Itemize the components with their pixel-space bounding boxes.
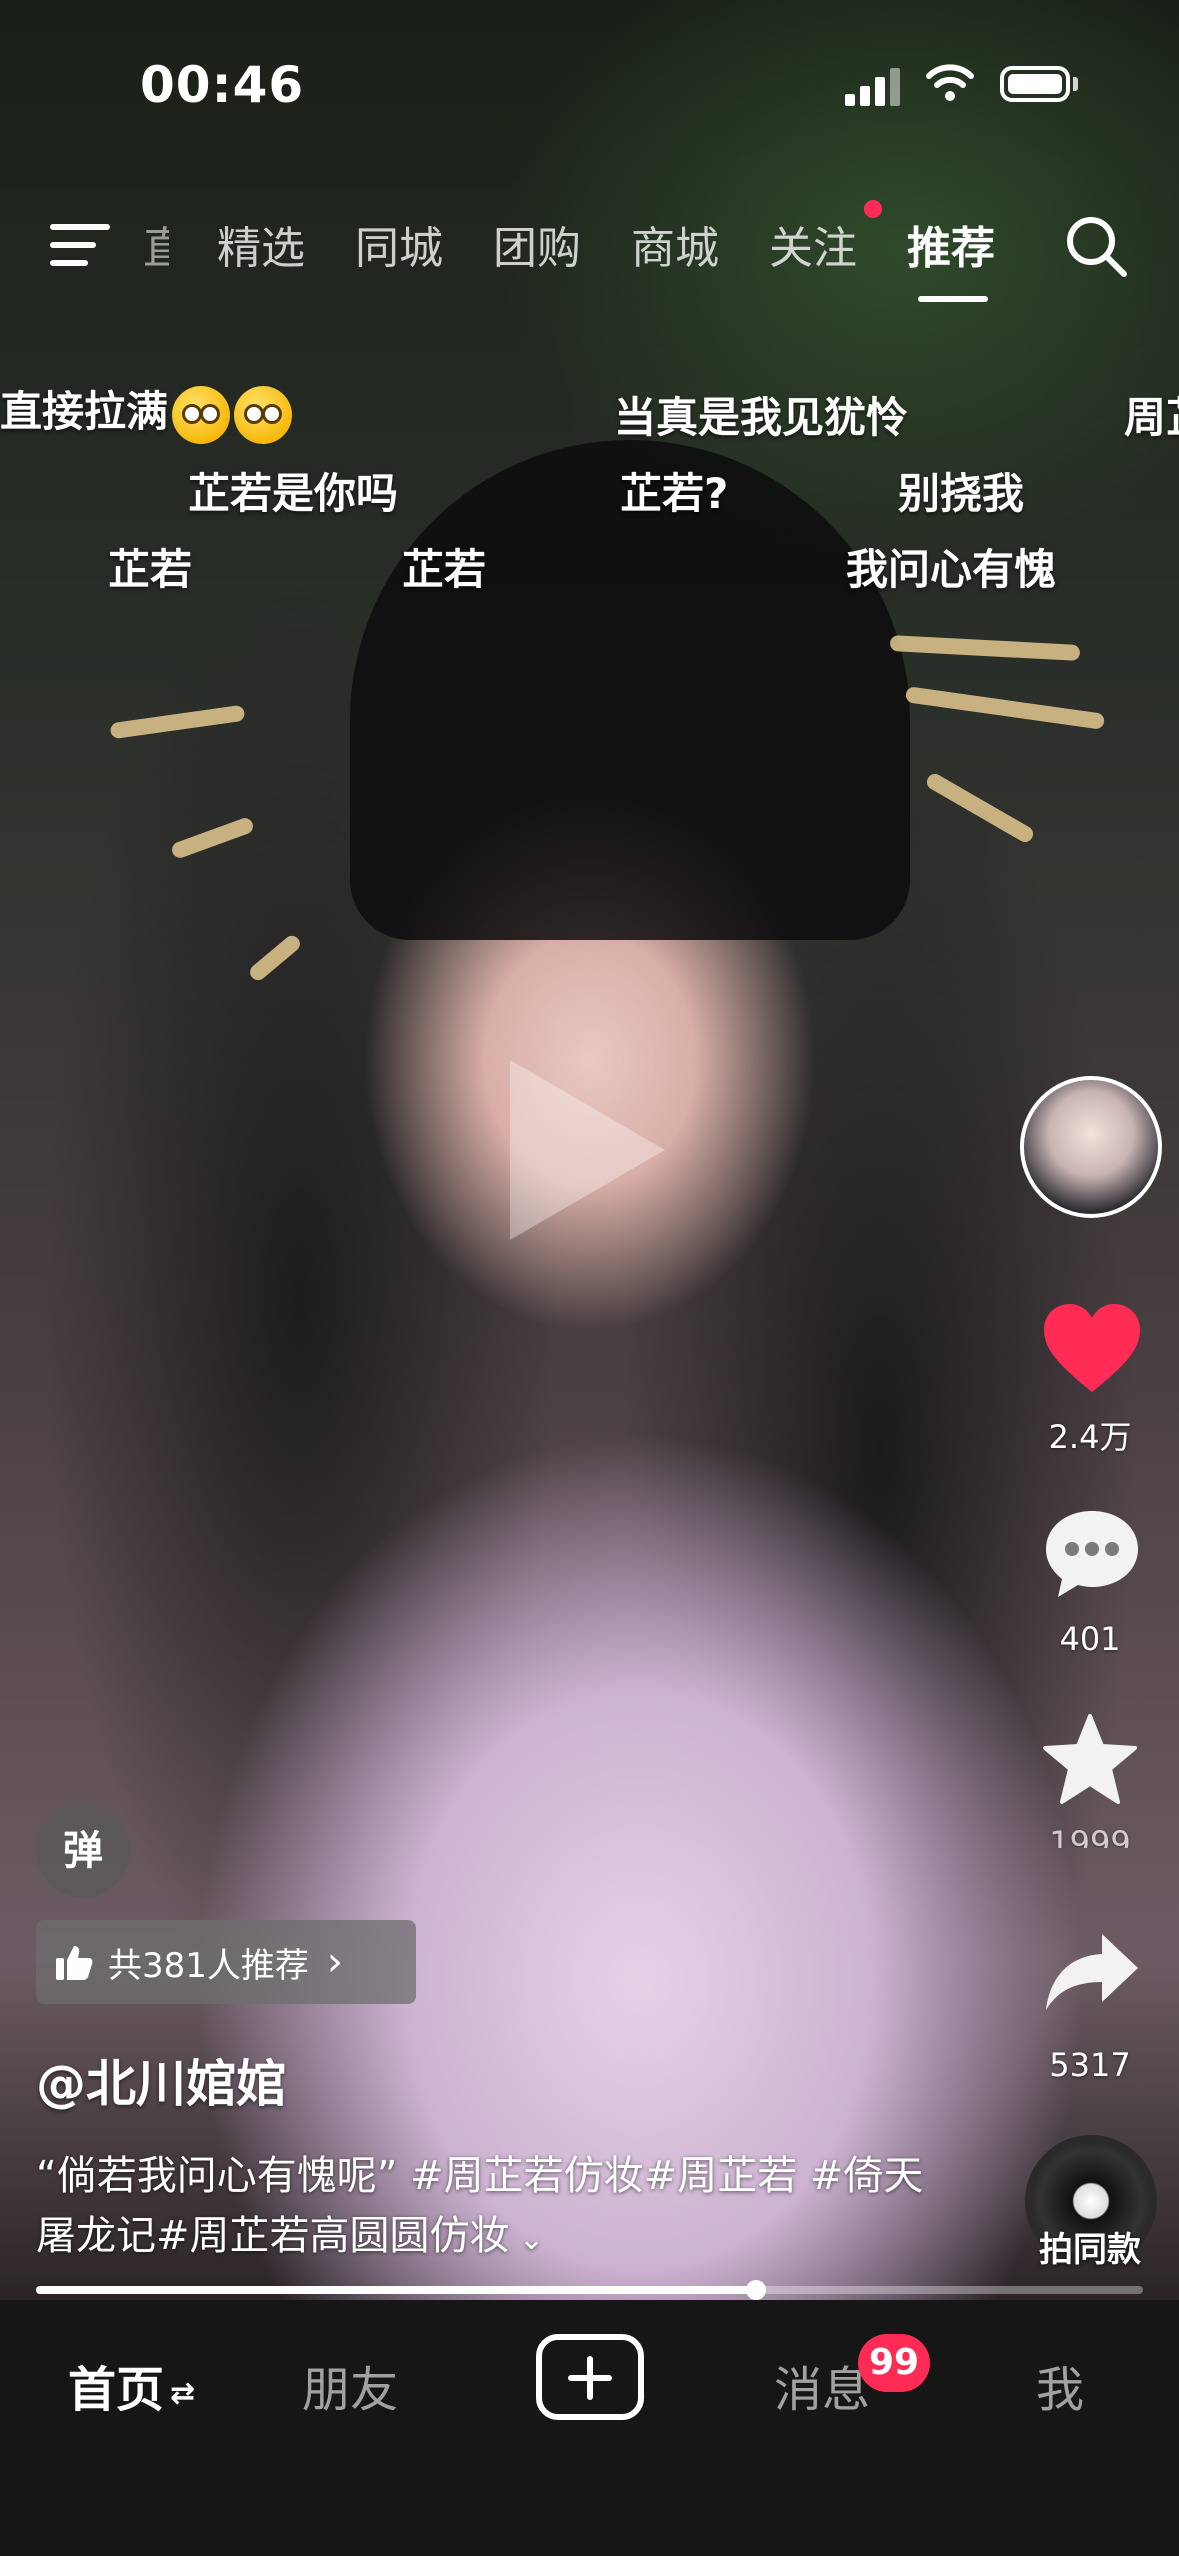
swap-icon: ⇄ — [170, 2375, 196, 2411]
nav-friends[interactable]: 朋友 — [302, 2350, 398, 2420]
tab-featured[interactable]: 精选 — [217, 212, 305, 276]
nav-me[interactable]: 我 — [1036, 2350, 1084, 2420]
like-count: 2.4万 — [1048, 1418, 1132, 1456]
tab-following[interactable]: 关注 — [769, 212, 857, 276]
active-tab-indicator — [918, 296, 988, 302]
danmaku-item: 别挠我 — [898, 469, 1025, 518]
wifi-icon — [926, 64, 974, 101]
chevron-down-icon[interactable]: ⌄ — [510, 2222, 544, 2257]
danmaku-item: 芷若 — [108, 545, 193, 594]
nav-home[interactable]: 首页 ⇄ — [68, 2350, 195, 2420]
messages-badge: 99 — [858, 2334, 930, 2392]
danmaku-item: 芷若是你吗 — [188, 469, 399, 518]
danmaku-item: 直接拉满 — [0, 378, 293, 444]
menu-icon[interactable] — [50, 220, 110, 270]
caption-text: “倘若我问心有愧呢” #周芷若仿妆#周芷若 #倚天屠龙记#周芷若高圆圆仿妆 — [36, 2153, 924, 2259]
danmaku-item: 芷若 — [402, 545, 487, 594]
recommend-pill[interactable]: 共381人推荐 › — [36, 1920, 416, 2004]
search-icon[interactable] — [1064, 214, 1128, 278]
top-nav: 直播 精选 同城 团购 商城 关注 推荐 — [0, 200, 1179, 310]
danmaku-item: 周芷 — [1124, 393, 1179, 442]
tab-mall[interactable]: 商城 — [631, 212, 719, 276]
bottom-nav: 首页 ⇄ 朋友 消息 99 我 — [0, 2300, 1179, 2556]
danmaku-item: 芷若? — [620, 469, 729, 518]
star-icon[interactable] — [1040, 1712, 1140, 1808]
comment-count: 401 — [1059, 1620, 1121, 1658]
comment-icon[interactable] — [1040, 1505, 1144, 1601]
tab-recommend[interactable]: 推荐 — [907, 212, 995, 276]
danmaku-toggle-button[interactable]: 弹 — [36, 1804, 130, 1898]
danmaku-item: 当真是我见犹怜 — [614, 393, 909, 442]
following-notification-dot — [864, 200, 882, 218]
status-bar: 00:46 — [0, 0, 1179, 170]
share-count: 5317 — [1049, 2046, 1131, 2084]
status-time: 00:46 — [140, 56, 305, 114]
tab-local[interactable]: 同城 — [355, 212, 443, 276]
tab-live-cut[interactable]: 直播 — [143, 212, 169, 276]
progress-handle[interactable] — [745, 2280, 766, 2300]
danmaku-item: 我问心有愧 — [846, 545, 1057, 594]
chevron-right-icon: › — [326, 1939, 343, 1985]
tab-group-buy[interactable]: 团购 — [493, 212, 581, 276]
battery-icon — [1000, 66, 1070, 102]
use-template-label[interactable]: 拍同款 — [1010, 2222, 1170, 2271]
flushed-emoji-icon — [234, 385, 293, 444]
nav-home-label: 首页 — [68, 2362, 165, 2418]
nav-messages[interactable]: 消息 — [774, 2350, 870, 2420]
battery-nub — [1073, 77, 1078, 91]
play-icon[interactable] — [510, 1060, 665, 1240]
creator-avatar[interactable] — [1020, 1076, 1162, 1218]
share-icon[interactable] — [1042, 1930, 1142, 2012]
thumbs-up-icon — [56, 1946, 93, 1980]
signal-icon — [845, 66, 905, 106]
video-caption[interactable]: “倘若我问心有愧呢” #周芷若仿妆#周芷若 #倚天屠龙记#周芷若高圆圆仿妆 ⌄ — [36, 2146, 956, 2270]
video-progress-bar[interactable] — [36, 2280, 1143, 2300]
author-name[interactable]: @北川婠婠 — [36, 2044, 286, 2116]
flushed-emoji-icon — [172, 385, 231, 444]
favorite-count: 1999 — [1049, 1824, 1131, 1848]
progress-fill — [36, 2286, 756, 2294]
recommend-text: 共381人推荐 — [108, 1945, 309, 1986]
create-post-button[interactable] — [536, 2334, 644, 2420]
heart-icon[interactable] — [1040, 1300, 1144, 1396]
